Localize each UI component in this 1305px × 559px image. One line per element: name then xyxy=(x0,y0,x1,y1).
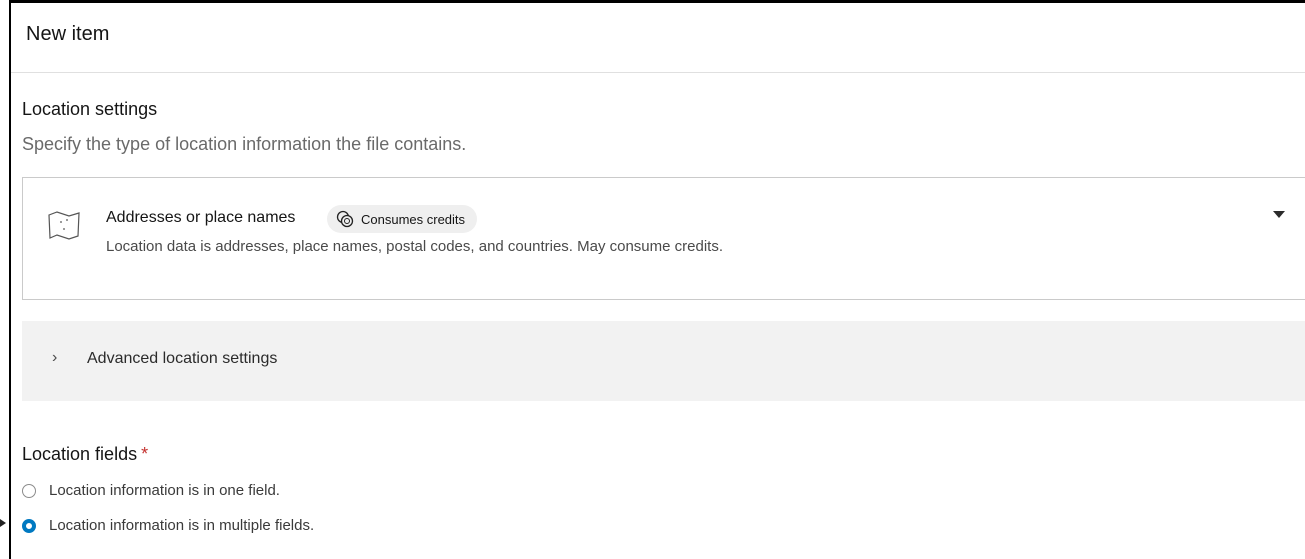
consumes-credits-badge: Consumes credits xyxy=(327,205,478,233)
advanced-location-settings-label: Advanced location settings xyxy=(87,350,278,367)
dialog-title: New item xyxy=(26,23,110,45)
location-settings-title: Location settings xyxy=(22,99,158,119)
radio-button[interactable] xyxy=(22,483,36,498)
credits-icon xyxy=(336,210,354,228)
radio-one-field[interactable]: Location information is in one field. xyxy=(22,482,280,499)
location-type-description: Location data is addresses, place names,… xyxy=(106,238,723,255)
credits-label: Consumes credits xyxy=(361,211,466,227)
location-fields-title: Location fields * xyxy=(22,444,148,465)
location-type-select[interactable]: Addresses or place names Consumes credit… xyxy=(22,177,1305,300)
radio-multiple-fields[interactable]: Location information is in multiple fiel… xyxy=(22,517,314,534)
required-marker: * xyxy=(141,444,149,464)
location-fields-label: Location fields xyxy=(22,444,138,464)
chevron-right-icon: › xyxy=(52,349,58,366)
radio-label: Location information is in multiple fiel… xyxy=(49,517,315,534)
caret-down-icon[interactable] xyxy=(1273,211,1285,218)
dialog-header: New item xyxy=(11,3,1305,73)
radio-label: Location information is in one field. xyxy=(49,482,280,499)
map-icon xyxy=(48,211,80,240)
radio-button-checked[interactable] xyxy=(22,518,36,533)
location-type-title: Addresses or place names xyxy=(106,209,296,226)
new-item-dialog: New item Location settings Specify the t… xyxy=(9,0,1305,559)
pointer-marker xyxy=(0,519,6,527)
location-settings-description: Specify the type of location information… xyxy=(22,134,467,154)
advanced-location-settings-toggle[interactable]: › Advanced location settings xyxy=(22,321,1305,401)
